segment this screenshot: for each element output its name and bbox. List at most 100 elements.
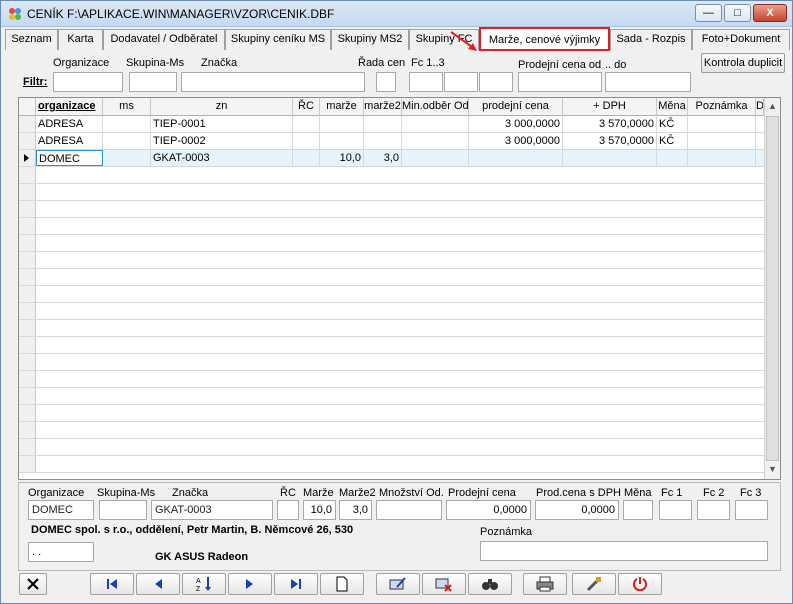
search-button[interactable] — [468, 573, 512, 595]
data-grid[interactable]: organizace ms zn ŘC marže marže2 Min.odb… — [18, 97, 781, 480]
filter-prodejni-od-input[interactable] — [518, 72, 602, 92]
row-selector[interactable] — [19, 405, 36, 421]
delete-record-button[interactable] — [422, 573, 466, 595]
table-row-selected[interactable]: DOMEC GKAT-0003 10,0 3,0 — [19, 150, 764, 167]
detail-marze-input[interactable]: 10,0 — [303, 500, 336, 520]
table-row-empty[interactable] — [19, 439, 764, 456]
row-selector[interactable] — [19, 354, 36, 370]
table-row-empty[interactable] — [19, 252, 764, 269]
col-poznamka[interactable]: Poznámka — [688, 98, 756, 116]
detail-prod-dph-input[interactable]: 0,0000 — [535, 500, 619, 520]
col-min-odber[interactable]: Min.odběr Od — [402, 98, 469, 116]
tab-sada-rozpis[interactable]: Sada - Rozpis — [610, 29, 692, 50]
row-selector[interactable] — [19, 439, 36, 455]
next-record-button[interactable] — [228, 573, 272, 595]
vertical-scrollbar[interactable]: ▲ ▼ — [764, 98, 780, 479]
table-row-empty[interactable] — [19, 422, 764, 439]
cell-organizace-edit[interactable]: DOMEC — [36, 150, 103, 166]
detail-prodejni-input[interactable]: 0,0000 — [446, 500, 531, 520]
table-row[interactable]: ADRESA TIEP-0002 3 000,0000 3 570,0000 K… — [19, 133, 764, 150]
filter-rada-input[interactable] — [376, 72, 396, 92]
close-button[interactable]: X — [753, 4, 787, 22]
row-selector[interactable] — [19, 184, 36, 200]
table-row-empty[interactable] — [19, 286, 764, 303]
table-row-empty[interactable] — [19, 201, 764, 218]
col-zn[interactable]: zn — [151, 98, 293, 116]
detail-mena-input[interactable] — [623, 500, 653, 520]
scroll-up-icon[interactable]: ▲ — [768, 101, 777, 111]
col-dph[interactable]: + DPH — [563, 98, 657, 116]
poznamka-input[interactable] — [480, 541, 768, 561]
table-row-empty[interactable] — [19, 184, 764, 201]
table-row-empty[interactable] — [19, 337, 764, 354]
row-selector[interactable] — [19, 218, 36, 234]
filter-fc3-input[interactable] — [479, 72, 513, 92]
detail-organizace-input[interactable]: DOMEC — [28, 500, 94, 520]
col-organizace[interactable]: organizace — [36, 98, 103, 116]
table-row[interactable]: ADRESA TIEP-0001 3 000,0000 3 570,0000 K… — [19, 116, 764, 133]
kontrola-duplicit-button[interactable]: Kontrola duplicit — [701, 53, 785, 73]
table-row-empty[interactable] — [19, 303, 764, 320]
table-row-empty[interactable] — [19, 269, 764, 286]
table-row-empty[interactable] — [19, 218, 764, 235]
row-selector[interactable] — [19, 456, 36, 472]
scroll-thumb[interactable] — [766, 116, 779, 461]
row-selector[interactable] — [19, 320, 36, 336]
table-row-empty[interactable] — [19, 388, 764, 405]
detail-skupina-input[interactable] — [99, 500, 147, 520]
table-row-empty[interactable] — [19, 354, 764, 371]
filter-do-input[interactable] — [605, 72, 691, 92]
edit-record-button[interactable] — [376, 573, 420, 595]
previous-record-button[interactable] — [136, 573, 180, 595]
detail-fc2-input[interactable] — [697, 500, 730, 520]
tab-marze[interactable]: Marže, cenové výjimky — [479, 27, 610, 51]
table-row-empty[interactable] — [19, 371, 764, 388]
detail-fc3-input[interactable] — [735, 500, 768, 520]
col-rc[interactable]: ŘC — [293, 98, 320, 116]
table-row-empty[interactable] — [19, 456, 764, 473]
filter-skupina-input[interactable] — [129, 72, 177, 92]
tab-foto-dokument[interactable]: Foto+Dokument — [692, 29, 790, 50]
row-selector[interactable] — [19, 388, 36, 404]
table-row-empty[interactable] — [19, 167, 764, 184]
col-marze[interactable]: marže — [320, 98, 364, 116]
detail-marze2-input[interactable]: 3,0 — [339, 500, 372, 520]
row-selector[interactable] — [19, 286, 36, 302]
detail-znacka-input[interactable]: GKAT-0003 — [151, 500, 273, 520]
tools-button[interactable] — [572, 573, 616, 595]
table-row-empty[interactable] — [19, 320, 764, 337]
row-selector[interactable] — [19, 133, 36, 149]
row-selector[interactable] — [19, 150, 36, 166]
exit-button[interactable] — [618, 573, 662, 595]
first-record-button[interactable] — [90, 573, 134, 595]
new-record-button[interactable] — [320, 573, 364, 595]
row-selector[interactable] — [19, 422, 36, 438]
row-selector[interactable] — [19, 337, 36, 353]
row-selector[interactable] — [19, 269, 36, 285]
tab-skupiny-ceniku-ms[interactable]: Skupiny ceníku MS — [225, 29, 331, 50]
row-selector[interactable] — [19, 303, 36, 319]
tab-karta[interactable]: Karta — [58, 29, 103, 50]
filter-organizace-input[interactable] — [53, 72, 123, 92]
print-button[interactable] — [523, 573, 567, 595]
col-marze2[interactable]: marže2 — [364, 98, 402, 116]
filter-fc1-input[interactable] — [409, 72, 443, 92]
filter-fc2-input[interactable] — [444, 72, 478, 92]
tab-skupiny-ms2[interactable]: Skupiny MS2 — [331, 29, 409, 50]
row-selector[interactable] — [19, 252, 36, 268]
row-selector[interactable] — [19, 371, 36, 387]
last-record-button[interactable] — [274, 573, 318, 595]
maximize-button[interactable]: □ — [724, 4, 751, 22]
table-row-empty[interactable] — [19, 235, 764, 252]
detail-rc-input[interactable] — [277, 500, 299, 520]
col-d[interactable]: D — [756, 98, 764, 116]
row-selector[interactable] — [19, 235, 36, 251]
tab-seznam[interactable]: Seznam — [5, 29, 58, 50]
scroll-down-icon[interactable]: ▼ — [768, 464, 777, 474]
col-mena[interactable]: Měna — [657, 98, 688, 116]
sort-button[interactable]: AZ — [182, 573, 226, 595]
col-ms[interactable]: ms — [103, 98, 151, 116]
tab-dodavatel[interactable]: Dodavatel / Odběratel — [103, 29, 225, 50]
close-record-button[interactable] — [19, 573, 47, 595]
table-row-empty[interactable] — [19, 405, 764, 422]
